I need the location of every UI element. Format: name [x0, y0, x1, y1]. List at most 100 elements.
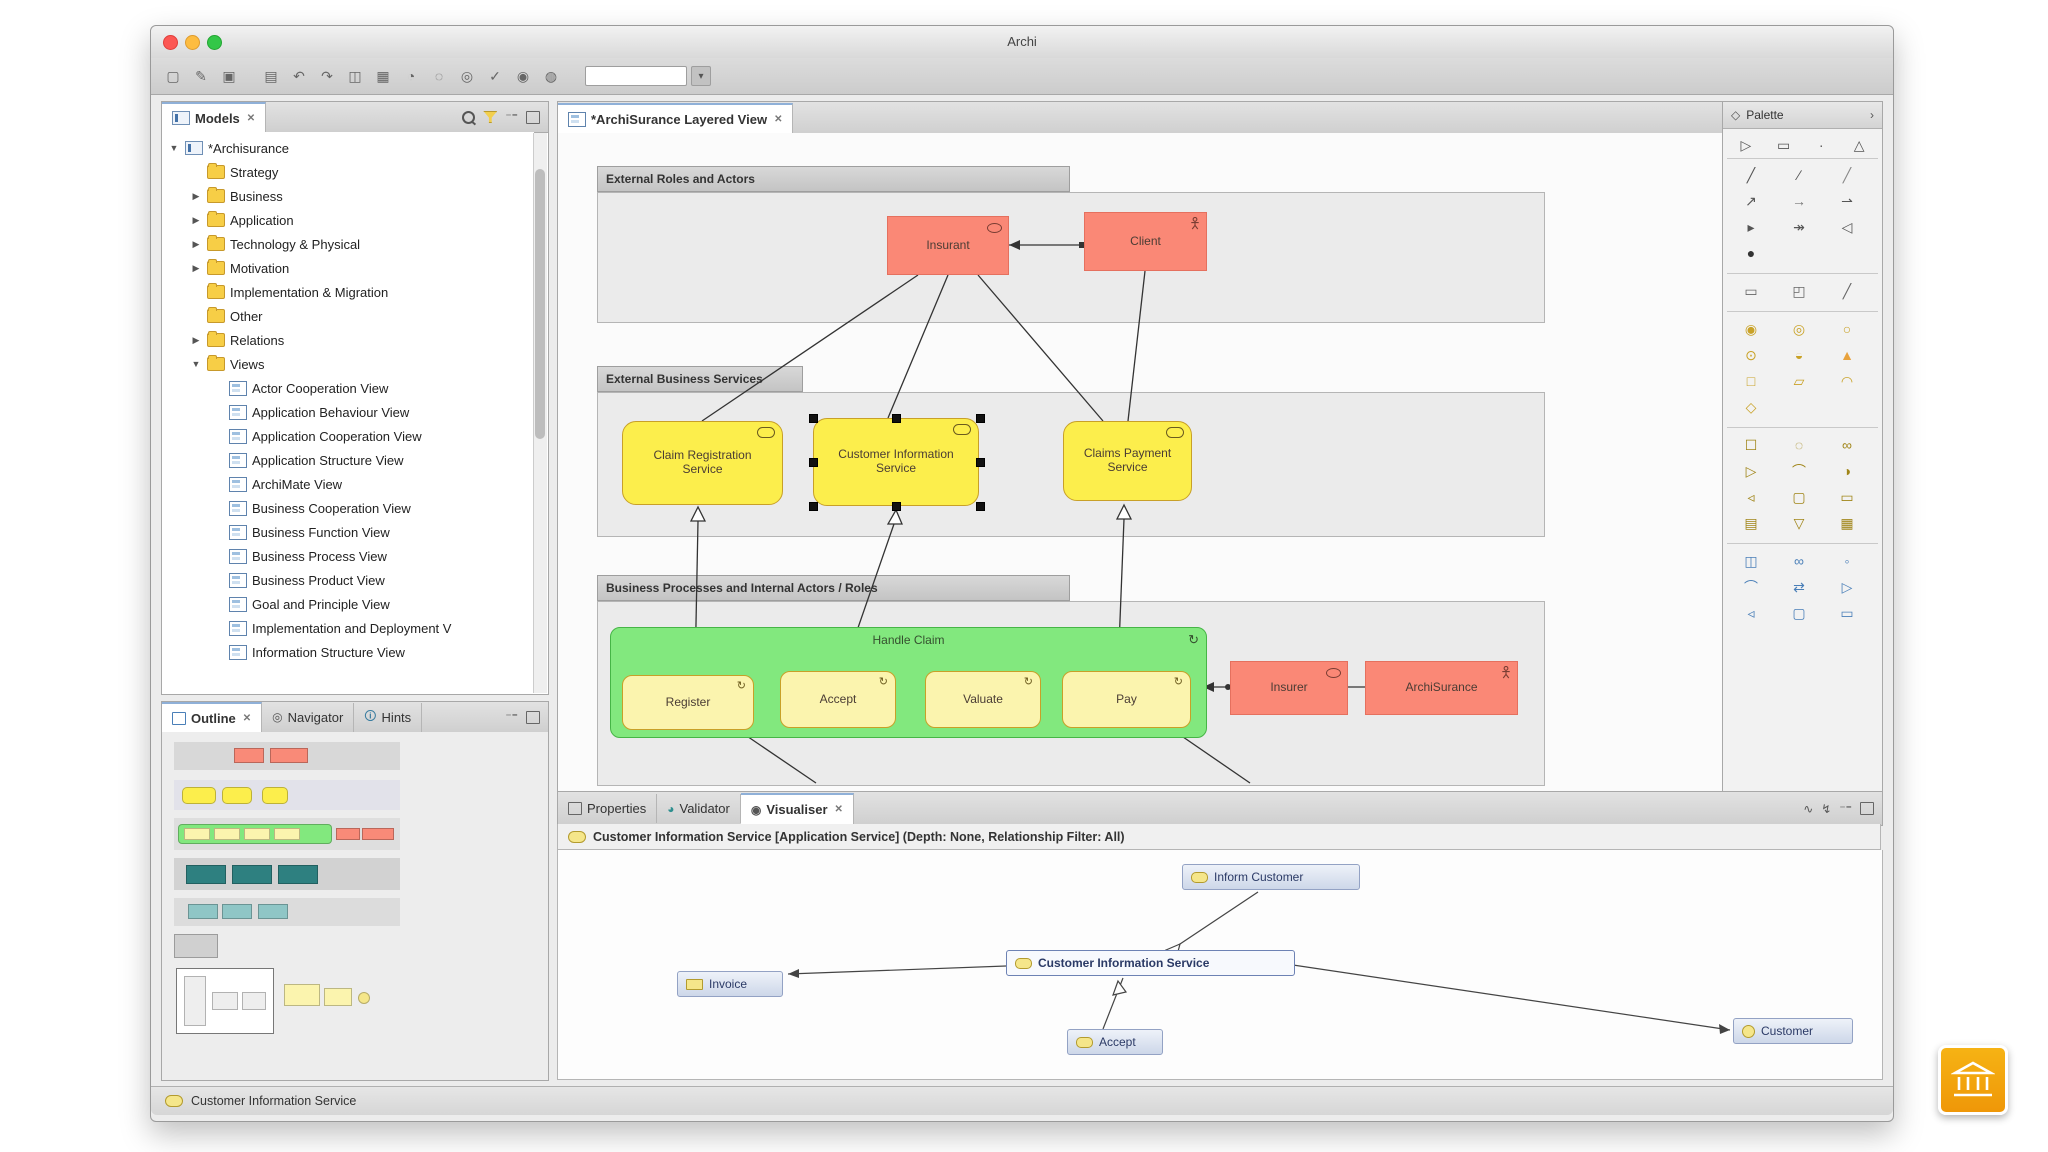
access-tool[interactable]: → — [1775, 188, 1823, 214]
bank-dock-icon[interactable] — [1938, 1045, 2008, 1115]
element-client[interactable]: Client — [1084, 212, 1207, 271]
meaning-tool[interactable]: ◠ — [1823, 368, 1871, 394]
stakeholder-tool[interactable]: ◉ — [1727, 316, 1775, 342]
application-interaction-tool[interactable]: ⇄ — [1775, 574, 1823, 600]
element-valuate[interactable]: Valuate ↻ — [925, 671, 1041, 728]
principle-tool[interactable]: ▲ — [1823, 342, 1871, 368]
viz-maximize-icon[interactable] — [1860, 802, 1874, 815]
element-customer-information-service[interactable]: Customer Information Service — [813, 418, 979, 506]
filter-icon[interactable] — [483, 111, 497, 123]
data-object-tool[interactable]: ▭ — [1823, 600, 1871, 626]
realization-tool[interactable]: ╱ — [1823, 162, 1871, 188]
toolbar-search-button[interactable]: ▾ — [691, 66, 711, 86]
tree-item[interactable]: Business Function View — [162, 520, 534, 544]
element-insurant[interactable]: Insurant — [887, 216, 1009, 275]
business-process-tool[interactable]: ▷ — [1727, 458, 1775, 484]
flow-tool[interactable]: ↠ — [1775, 214, 1823, 240]
marquee-tool[interactable]: ▭ — [1765, 132, 1803, 158]
junction-tool[interactable]: ● — [1727, 240, 1775, 266]
representation-tool[interactable]: ▽ — [1775, 510, 1823, 536]
tree-item[interactable]: Implementation & Migration — [162, 280, 534, 304]
viz-node-invoice[interactable]: Invoice — [677, 971, 783, 997]
driver-tool[interactable]: ◎ — [1775, 316, 1823, 342]
application-service-tool[interactable]: ▢ — [1775, 600, 1823, 626]
viz-pin-icon[interactable]: ∿ — [1803, 802, 1813, 816]
note-tool[interactable]: ▭ — [1727, 278, 1775, 304]
constraint-tool[interactable]: ▱ — [1775, 368, 1823, 394]
element-claim-registration-service[interactable]: Claim Registration Service — [622, 421, 783, 505]
viz-node-customer[interactable]: Customer — [1733, 1018, 1853, 1044]
business-object-tool[interactable]: ▭ — [1823, 484, 1871, 510]
tab-validator[interactable]: ◕ Validator — [657, 794, 741, 823]
application-function-tool[interactable]: ⌒ — [1727, 574, 1775, 600]
selection-handle[interactable] — [976, 414, 985, 423]
application-interface-tool[interactable]: ◦ — [1823, 548, 1871, 574]
product-tool[interactable]: ▦ — [1823, 510, 1871, 536]
selection-handle[interactable] — [976, 502, 985, 511]
view-menu-icon[interactable] — [526, 111, 540, 124]
business-role-tool[interactable]: ◌ — [1775, 432, 1823, 458]
viz-node-inform-customer[interactable]: Inform Customer — [1182, 864, 1360, 890]
element-accept[interactable]: Accept ↻ — [780, 671, 896, 728]
tree-item[interactable]: ▼ *Archisurance — [162, 136, 534, 160]
application-collaboration-tool[interactable]: ∞ — [1775, 548, 1823, 574]
assessment-tool[interactable]: ○ — [1823, 316, 1871, 342]
influence-tool[interactable]: ⇀ — [1823, 188, 1871, 214]
element-claims-payment-service[interactable]: Claims Payment Service — [1063, 421, 1192, 501]
diagram-canvas[interactable]: External Roles and Actors External Busin… — [557, 133, 1723, 792]
close-view-tab-icon[interactable]: ✕ — [774, 114, 782, 125]
assignment-tool[interactable]: ∕ — [1775, 162, 1823, 188]
viz-node-customer-information-service[interactable]: Customer Information Service — [1006, 950, 1295, 976]
format-painter-tool[interactable]: ∙ — [1803, 132, 1841, 158]
selection-handle[interactable] — [892, 502, 901, 511]
collapse-all-icon[interactable]: ⁻⁼ — [505, 110, 518, 124]
outline-minimize-icon[interactable]: ⁻⁼ — [505, 710, 518, 724]
tree-item[interactable]: Information Structure View — [162, 640, 534, 664]
tree-item[interactable]: Strategy — [162, 160, 534, 184]
value-tool[interactable]: ◇ — [1727, 394, 1775, 420]
selection-handle[interactable] — [892, 414, 901, 423]
delete-icon[interactable]: ◌ — [427, 65, 451, 87]
tab-properties[interactable]: Properties — [558, 794, 657, 823]
element-register[interactable]: Register ↻ — [622, 675, 754, 730]
element-pay[interactable]: Pay ↻ — [1062, 671, 1191, 728]
outcome-tool[interactable]: ◒ — [1775, 342, 1823, 368]
search-icon[interactable] — [462, 111, 475, 124]
lane-external-services[interactable]: External Business Services — [597, 366, 803, 392]
help-icon[interactable]: ◉ — [511, 65, 535, 87]
lane-external-roles-body[interactable] — [597, 192, 1545, 323]
tree-item[interactable]: Business Process View — [162, 544, 534, 568]
tree-item[interactable]: ArchiMate View — [162, 472, 534, 496]
requirement-tool[interactable]: □ — [1727, 368, 1775, 394]
validate-icon[interactable]: ✓ — [483, 65, 507, 87]
tree-item[interactable]: Other — [162, 304, 534, 328]
tree-item[interactable]: Business Product View — [162, 568, 534, 592]
visualiser-graph[interactable]: Inform Customer Customer Information Ser… — [557, 850, 1883, 1080]
triggering-tool[interactable]: ▸ — [1727, 214, 1775, 240]
tab-hints[interactable]: 🛈 Hints — [354, 703, 422, 732]
preferences-icon[interactable]: ◍ — [539, 65, 563, 87]
selection-handle[interactable] — [809, 502, 818, 511]
new-model-icon[interactable]: ▢ — [161, 65, 185, 87]
business-event-tool[interactable]: ◃ — [1727, 484, 1775, 510]
application-event-tool[interactable]: ◃ — [1727, 600, 1775, 626]
element-archisurance[interactable]: ArchiSurance — [1365, 661, 1518, 715]
tree-item[interactable]: Business Cooperation View — [162, 496, 534, 520]
redo-icon[interactable]: ↷ — [315, 65, 339, 87]
tree-item[interactable]: ▶ Application — [162, 208, 534, 232]
serving-tool[interactable]: ↗ — [1727, 188, 1775, 214]
tree-item[interactable]: Application Structure View — [162, 448, 534, 472]
business-interaction-tool[interactable]: ◑ — [1823, 458, 1871, 484]
association-tool[interactable]: ╱ — [1727, 162, 1775, 188]
specialization-tool[interactable]: ◁ — [1823, 214, 1871, 240]
tree-item[interactable]: ▶ Business — [162, 184, 534, 208]
business-collaboration-tool[interactable]: ∞ — [1823, 432, 1871, 458]
selection-handle[interactable] — [809, 458, 818, 467]
models-scrollbar[interactable] — [533, 133, 547, 693]
tab-models[interactable]: Models ✕ — [162, 102, 266, 133]
tree-item[interactable]: Application Cooperation View — [162, 424, 534, 448]
selection-handle[interactable] — [809, 414, 818, 423]
outline-thumbnail[interactable] — [162, 732, 548, 1080]
toolbar-search-input[interactable] — [585, 66, 687, 86]
viz-layout-icon[interactable]: ↯ — [1821, 802, 1831, 816]
